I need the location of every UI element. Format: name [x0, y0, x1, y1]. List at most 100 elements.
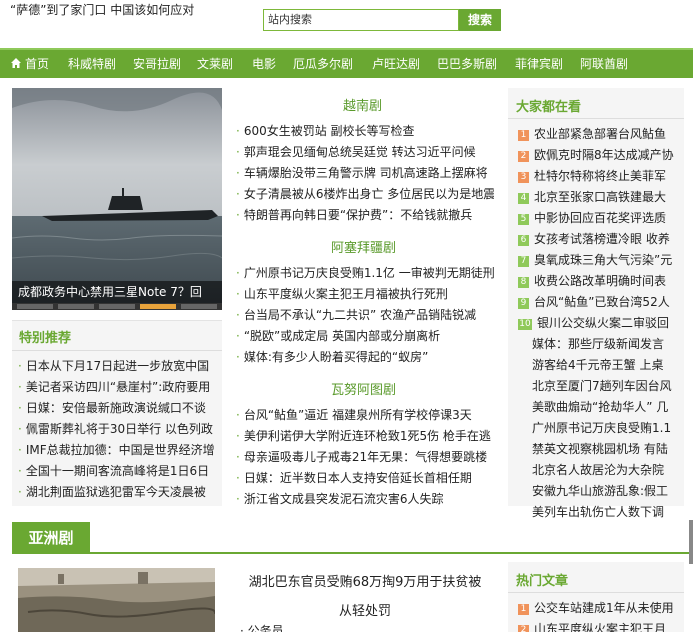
- list-item[interactable]: 禁英文视察桃园机场 有陆: [518, 439, 682, 460]
- submarine-photo[interactable]: [12, 88, 222, 310]
- list-item[interactable]: 媒体：那些厅级新闻发言: [518, 334, 682, 355]
- nav-item[interactable]: 卢旺达剧: [372, 50, 420, 78]
- rank-badge: 2: [518, 151, 529, 162]
- slide-dot[interactable]: [58, 304, 94, 309]
- ranked-item[interactable]: 5 中影协回应百花奖评选质: [518, 208, 682, 229]
- slide-dot[interactable]: [17, 304, 53, 309]
- hero-slideshow[interactable]: 成都政务中心禁用三星Note 7？回: [12, 88, 222, 310]
- list-item[interactable]: 广州原书记万庆良受贿1.1: [518, 418, 682, 439]
- main-nav: 首页 科威特剧 安哥拉剧 文莱剧 电影 厄瓜多尔剧 卢旺达剧 巴巴多斯剧 菲律宾…: [0, 48, 693, 78]
- ranking-list: 1 公交车站建成1年从未使用 2 山东平度纵火案主犯王月: [518, 598, 682, 632]
- ranked-item[interactable]: 2 欧佩克时隔8年达成减产协: [518, 145, 682, 166]
- rank-badge: 6: [518, 235, 529, 246]
- slide-dot[interactable]: [99, 304, 135, 309]
- list-item[interactable]: · 日媒：安倍最新施政演说缄口不谈: [18, 398, 218, 419]
- list-item[interactable]: · 全国十一期间客流高峰将是1日6日: [18, 461, 218, 482]
- hot-articles-panel: 热门文章 1 公交车站建成1年从未使用 2 山东平度纵火案主犯王月: [508, 562, 684, 632]
- list-item[interactable]: · 广州原书记万庆良受贿1.1亿 一审被判无期徒刑: [236, 263, 494, 284]
- landscape-photo: [18, 568, 215, 632]
- search-button[interactable]: 搜索: [459, 9, 501, 31]
- list-item[interactable]: · 女子清晨被从6楼炸出身亡 多位居民以为是地震: [236, 184, 494, 205]
- slide-dot-active[interactable]: [140, 304, 176, 309]
- search-input[interactable]: 站内搜索: [263, 9, 459, 31]
- slideshow-indicators: [12, 303, 222, 310]
- nav-item[interactable]: 文莱剧: [197, 50, 233, 78]
- section-title[interactable]: 越南剧: [343, 95, 382, 114]
- list-item[interactable]: · 湖北荆面监狱逃犯雷军今天凌晨被: [18, 482, 218, 503]
- list-item[interactable]: · 郭声琨会见缅甸总统吴廷觉 转达习近平问候: [236, 142, 494, 163]
- list-item[interactable]: 北京至厦门7趟列车因台风: [518, 376, 682, 397]
- list-item[interactable]: · 母亲逼吸毒儿子戒毒21年无果：气得想要跳楼: [236, 447, 494, 468]
- top-bar: “萨德”到了家门口 中国该如何应对 站内搜索 搜索: [0, 0, 693, 48]
- divider: [508, 592, 684, 593]
- ranked-item[interactable]: 2 山东平度纵火案主犯王月: [518, 619, 682, 632]
- list-item[interactable]: · 美记者采访四川“悬崖村”:政府要用: [18, 377, 218, 398]
- scrollbar-thumb[interactable]: [689, 520, 693, 564]
- ranked-item[interactable]: 4 北京至张家口高铁建最大: [518, 187, 682, 208]
- list-item[interactable]: · 台当局不承认“九二共识” 农渔产品销陆锐减: [236, 305, 494, 326]
- section-title[interactable]: 阿塞拜疆剧: [331, 237, 396, 256]
- special-list: · 日本从下月17日起进一步放宽中国 · 美记者采访四川“悬崖村”:政府要用 · 日媒…: [18, 356, 218, 503]
- rank-badge: 7: [518, 256, 529, 267]
- special-recommend-panel: 特别推荐 · 日本从下月17日起进一步放宽中国 · 美记者采访四川“悬崖村”:政府要…: [12, 320, 222, 506]
- rank-badge: 9: [518, 298, 529, 309]
- nav-label: 首页: [25, 57, 50, 71]
- asia-photo[interactable]: [18, 568, 215, 632]
- list-item[interactable]: · 佩雷斯葬礼将于30日举行 以色列政: [18, 419, 218, 440]
- rank-badge: 3: [518, 172, 529, 183]
- home-icon: [11, 58, 21, 68]
- asia-section-tab[interactable]: 亚洲剧: [12, 522, 90, 554]
- ranked-item[interactable]: 8 收费公路改革明确时间表: [518, 271, 682, 292]
- nav-item[interactable]: 安哥拉剧: [133, 50, 181, 78]
- list-item[interactable]: · 日本从下月17日起进一步放宽中国: [18, 356, 218, 377]
- panel-title: 热门文章: [516, 574, 569, 589]
- asia-headline[interactable]: 湖北巴东官员受贿68万掏9万用于扶贫被 从轻处罚: [230, 568, 500, 626]
- slide-dot[interactable]: [181, 304, 217, 309]
- list-item[interactable]: · 浙江省文成县突发泥石流灾害6人失踪: [236, 489, 494, 510]
- list-item[interactable]: · 媒体:有多少人盼着买得起的“蚁房”: [236, 347, 494, 368]
- ranked-item[interactable]: 1 公交车站建成1年从未使用: [518, 598, 682, 619]
- ranked-item[interactable]: 3 杜特尔特称将终止美菲军: [518, 166, 682, 187]
- hero-caption[interactable]: 成都政务中心禁用三星Note 7？回: [12, 281, 222, 303]
- list-item[interactable]: · 日媒：近半数日本人支持安倍延长首相任期: [236, 468, 494, 489]
- nav-item[interactable]: 电影: [252, 50, 276, 78]
- nav-item[interactable]: 阿联酋剧: [580, 50, 628, 78]
- panel-title: 大家都在看: [516, 100, 582, 115]
- list-item[interactable]: 北京名人故居沦为大杂院: [518, 460, 682, 481]
- ranked-item[interactable]: 9 台风“鲇鱼”已致台湾52人: [518, 292, 682, 313]
- list-item[interactable]: · 车辆爆胎没带三角警示牌 司机高速路上摆麻将: [236, 163, 494, 184]
- rank-badge: 10: [518, 319, 532, 330]
- news-list: · 台风“鲇鱼”逼近 福建泉州所有学校停课3天 · 美伊利诺伊大学附近连环枪致1死5…: [236, 405, 494, 510]
- nav-item[interactable]: 科威特剧: [68, 50, 116, 78]
- list-item[interactable]: · 美伊利诺伊大学附近连环枪致1死5伤 枪手在逃: [236, 426, 494, 447]
- divider: [12, 350, 222, 351]
- nav-item[interactable]: 厄瓜多尔剧: [293, 50, 353, 78]
- rank-badge: 8: [518, 277, 529, 288]
- list-item[interactable]: 安徽九华山旅游乱象:假工: [518, 481, 682, 502]
- panel-title: 特别推荐: [19, 331, 72, 346]
- list-item[interactable]: · 山东平度纵火案主犯王月福被执行死刑: [236, 284, 494, 305]
- asia-section-header: 亚洲剧: [12, 522, 693, 554]
- ranked-item[interactable]: 6 女孩考试落榜遭冷眼 收养: [518, 229, 682, 250]
- nav-item[interactable]: 菲律宾剧: [515, 50, 563, 78]
- list-item[interactable]: 美列车出轨伤亡人数下调: [518, 502, 682, 523]
- nav-item[interactable]: 巴巴多斯剧: [437, 50, 497, 78]
- section-title[interactable]: 瓦努阿图剧: [331, 379, 396, 398]
- ranked-item[interactable]: 7 臭氧成珠三角大气污染”元: [518, 250, 682, 271]
- rank-badge: 1: [518, 604, 529, 615]
- divider: [508, 118, 684, 119]
- ranked-item[interactable]: 10 银川公交纵火案二审驳回: [518, 313, 682, 334]
- list-item[interactable]: · 台风“鲇鱼”逼近 福建泉州所有学校停课3天: [236, 405, 494, 426]
- ranking-list: 1 农业部紧急部署台风鲇鱼 2 欧佩克时隔8年达成减产协 3 杜特尔特称将终止美菲军 …: [518, 124, 682, 523]
- list-item[interactable]: · 600女生被罚站 副校长等写检查: [236, 121, 494, 142]
- asia-sub-item[interactable]: · 公务员: [240, 622, 284, 632]
- rank-badge: 2: [518, 625, 529, 632]
- list-item[interactable]: 美歌曲煽动“抢劫华人” 几: [518, 397, 682, 418]
- headline-ticker[interactable]: “萨德”到了家门口 中国该如何应对: [10, 1, 194, 18]
- nav-item-home[interactable]: 首页: [10, 50, 49, 78]
- list-item[interactable]: 游客给4千元帝王蟹 上桌: [518, 355, 682, 376]
- list-item[interactable]: · “脱欧”或成定局 英国内部或分崩离析: [236, 326, 494, 347]
- list-item[interactable]: · IMF总裁拉加德：中国是世界经济增: [18, 440, 218, 461]
- ranked-item[interactable]: 1 农业部紧急部署台风鲇鱼: [518, 124, 682, 145]
- list-item[interactable]: · 特朗普再向韩日要“保护费”：不给钱就撤兵: [236, 205, 494, 226]
